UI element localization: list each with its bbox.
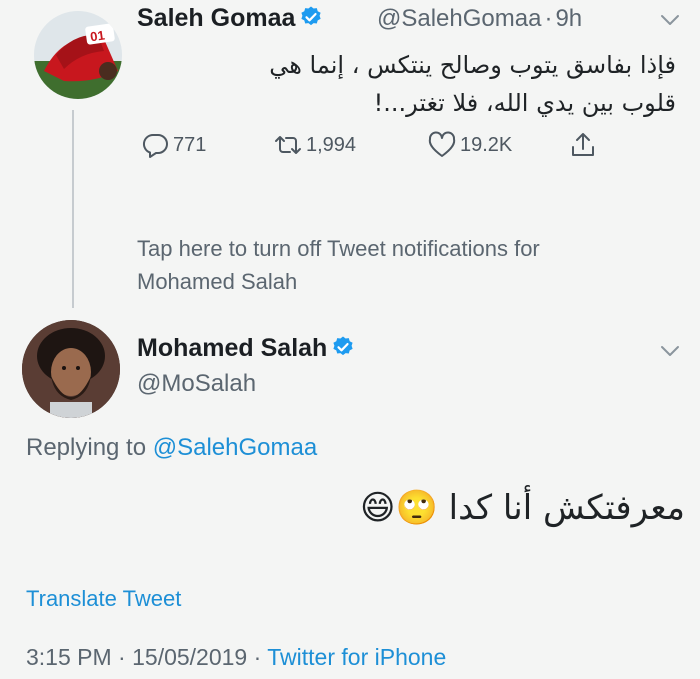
verified-badge-icon	[301, 6, 322, 26]
tweet-author-name[interactable]: Saleh Gomaa	[137, 4, 323, 33]
thread-connector-line	[72, 110, 74, 308]
avatar-image	[22, 320, 120, 418]
reply-author-handle[interactable]: @MoSalah	[137, 370, 256, 398]
notification-toggle-link[interactable]: Tap here to turn off Tweet notifications…	[137, 232, 657, 298]
reply-button[interactable]: 771	[140, 131, 206, 159]
like-button[interactable]: 19.2K	[427, 131, 512, 159]
chevron-down-icon[interactable]	[660, 14, 680, 26]
like-count: 19.2K	[460, 133, 513, 156]
tweet-timestamp-line: 3:15 PM · 15/05/2019 · Twitter for iPhon…	[26, 644, 446, 671]
handle-text: @SalehGomaa	[377, 5, 542, 32]
replying-prefix: Replying to	[26, 434, 153, 461]
notification-line-2: Mohamed Salah	[137, 269, 298, 294]
reply-count: 771	[173, 133, 207, 156]
tweet-text-line-1: فإذا بفاسق يتوب وصالح ينتكس ، إنما هي	[269, 51, 676, 79]
chevron-down-icon[interactable]	[660, 345, 680, 357]
saleh-gomaa-avatar[interactable]: 01	[34, 11, 122, 99]
jersey-number: 01	[89, 27, 105, 44]
verified-badge-icon	[333, 336, 353, 356]
share-button[interactable]	[568, 131, 598, 159]
tweet-time: 3:15 PM	[26, 644, 112, 670]
translate-tweet-link[interactable]: Translate Tweet	[26, 586, 181, 612]
avatar-image: 01	[34, 11, 122, 99]
tweet-time: 9h	[555, 5, 583, 32]
tweet-author-handle[interactable]: @SalehGomaa · 9h	[377, 5, 582, 33]
reply-icon	[142, 133, 168, 158]
reply-author-name[interactable]: Mohamed Salah	[137, 334, 355, 363]
retweet-button[interactable]: 1,994	[273, 131, 356, 159]
footer-separator: ·	[253, 644, 262, 670]
replying-to-mention[interactable]: @SalehGomaa	[153, 434, 317, 461]
tweet-text: فإذا بفاسق يتوب وصالح ينتكس ، إنما هي قل…	[200, 46, 676, 122]
reply-text: معرفتكش أنا كدا 🙄😄	[360, 488, 685, 528]
tweet-actions-bar: 771 1,994 19.2K	[140, 131, 610, 163]
replying-to-line: Replying to @SalehGomaa	[26, 434, 317, 462]
meta-separator: ·	[544, 5, 553, 32]
like-icon	[428, 131, 456, 157]
retweet-icon	[275, 136, 301, 154]
retweet-count: 1,994	[306, 133, 357, 156]
share-icon	[572, 133, 594, 156]
mohamed-salah-avatar[interactable]	[22, 320, 120, 418]
tweet-date: 15/05/2019	[132, 644, 248, 670]
footer-separator: ·	[118, 644, 126, 670]
notification-line-1: Tap here to turn off Tweet notifications…	[137, 236, 540, 261]
tweet-source-link[interactable]: Twitter for iPhone	[267, 644, 446, 670]
tweet-text-line-2: قلوب بين يدي الله، فلا تغتر...!	[373, 89, 676, 117]
